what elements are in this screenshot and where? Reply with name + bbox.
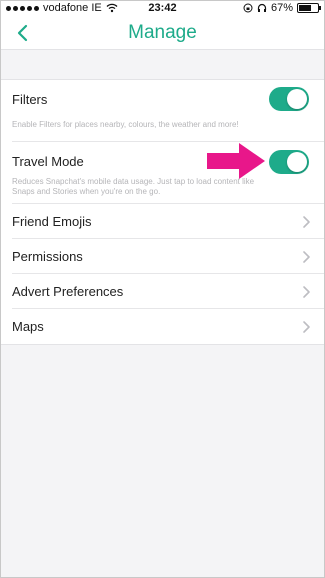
permissions-label: Permissions [12,249,83,264]
setting-travel-mode: Travel Mode Reduces Snapchat's mobile da… [0,142,325,204]
chevron-right-icon [303,286,310,298]
friend-emojis-label: Friend Emojis [12,214,92,229]
setting-advert-preferences[interactable]: Advert Preferences [0,274,325,309]
battery-icon [297,3,321,13]
filters-toggle[interactable] [269,87,309,111]
nav-header: Manage [0,16,325,50]
annotation-arrow-icon [207,143,265,179]
headphones-icon [257,3,267,12]
setting-friend-emojis[interactable]: Friend Emojis [0,204,325,239]
filters-description: Enable Filters for places nearby, colour… [12,120,239,129]
settings-list: Filters Enable Filters for places nearby… [0,79,325,345]
toggle-knob [287,152,307,172]
travel-mode-label: Travel Mode [12,154,84,169]
maps-label: Maps [12,319,44,334]
status-bar: vodafone IE 23:42 67% [0,0,325,16]
status-right: 67% [243,2,321,14]
rotation-lock-icon [243,3,253,13]
setting-permissions[interactable]: Permissions [0,239,325,274]
battery-level [299,5,312,11]
chevron-right-icon [303,251,310,263]
chevron-right-icon [303,216,310,228]
setting-filters: Filters Enable Filters for places nearby… [0,80,325,142]
toggle-knob [287,89,307,109]
filters-label: Filters [12,92,48,107]
page-title: Manage [128,22,197,43]
battery-percent: 67% [270,2,293,14]
chevron-right-icon [303,321,310,333]
advert-preferences-label: Advert Preferences [12,284,124,299]
travel-mode-toggle[interactable] [269,150,309,174]
setting-maps[interactable]: Maps [0,309,325,344]
